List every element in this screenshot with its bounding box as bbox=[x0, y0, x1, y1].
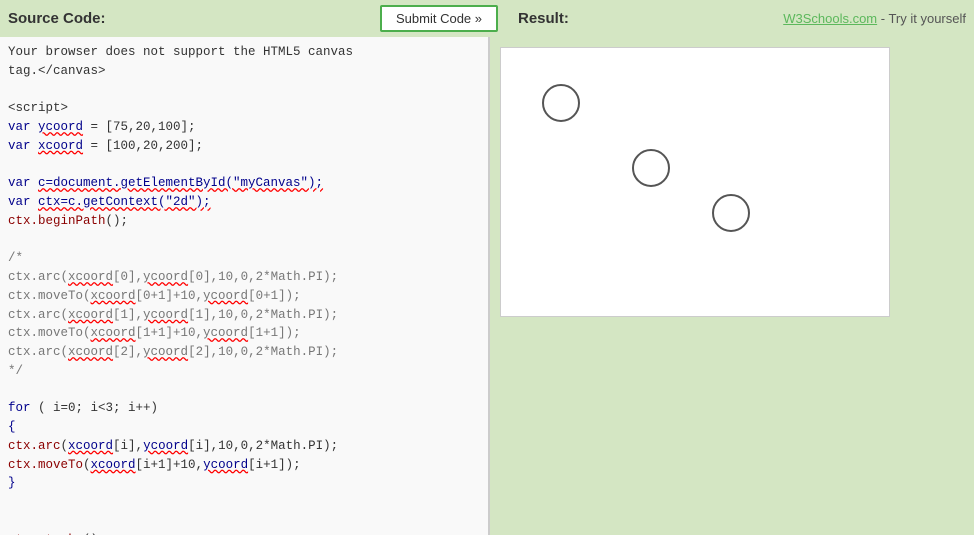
code-line: { bbox=[8, 418, 480, 437]
code-line: <script> bbox=[8, 99, 480, 118]
code-line: ctx.arc(xcoord[2],ycoord[2],10,0,2*Math.… bbox=[8, 343, 480, 362]
w3schools-suffix: - Try it yourself bbox=[877, 11, 966, 26]
code-line: tag.</canvas> bbox=[8, 62, 480, 81]
code-line: ctx.moveTo(xcoord[1+1]+10,ycoord[1+1]); bbox=[8, 324, 480, 343]
right-panel bbox=[490, 37, 974, 535]
code-line bbox=[8, 81, 480, 100]
code-line: var ycoord = [75,20,100]; bbox=[8, 118, 480, 137]
canvas-circle-2 bbox=[713, 195, 749, 231]
code-line: var c=document.getElementById("myCanvas"… bbox=[8, 174, 480, 193]
code-editor[interactable]: Your browser does not support the HTML5 … bbox=[0, 37, 488, 535]
code-line bbox=[8, 156, 480, 175]
result-canvas bbox=[501, 48, 891, 318]
code-line: /* bbox=[8, 249, 480, 268]
code-line: var ctx=c.getContext("2d"); bbox=[8, 193, 480, 212]
canvas-circle-0 bbox=[543, 85, 579, 121]
code-line: ctx.arc(xcoord[1],ycoord[1],10,0,2*Math.… bbox=[8, 306, 480, 325]
code-line: ctx.moveTo(xcoord[0+1]+10,ycoord[0+1]); bbox=[8, 287, 480, 306]
result-label: Result: bbox=[518, 10, 569, 27]
code-line bbox=[8, 493, 480, 512]
code-line: for ( i=0; i<3; i++) bbox=[8, 399, 480, 418]
source-code-label: Source Code: bbox=[8, 10, 106, 27]
code-line: var xcoord = [100,20,200]; bbox=[8, 137, 480, 156]
code-line: */ bbox=[8, 362, 480, 381]
submit-button[interactable]: Submit Code » bbox=[380, 5, 498, 32]
canvas-circle-1 bbox=[633, 150, 669, 186]
code-line: ctx.arc(xcoord[i],ycoord[i],10,0,2*Math.… bbox=[8, 437, 480, 456]
code-line: Your browser does not support the HTML5 … bbox=[8, 43, 480, 62]
code-line: ctx.moveTo(xcoord[i+1]+10,ycoord[i+1]); bbox=[8, 456, 480, 475]
code-line: } bbox=[8, 474, 480, 493]
code-line: ctx.stroke(); bbox=[8, 531, 480, 535]
w3schools-link[interactable]: W3Schools.com bbox=[783, 11, 877, 26]
code-line: ctx.arc(xcoord[0],ycoord[0],10,0,2*Math.… bbox=[8, 268, 480, 287]
w3schools-link-container: W3Schools.com - Try it yourself bbox=[783, 11, 966, 26]
code-line: ctx.beginPath(); bbox=[8, 212, 480, 231]
code-line bbox=[8, 381, 480, 400]
code-line bbox=[8, 231, 480, 250]
code-line bbox=[8, 512, 480, 531]
canvas-result bbox=[500, 47, 890, 317]
left-panel: Your browser does not support the HTML5 … bbox=[0, 37, 490, 535]
